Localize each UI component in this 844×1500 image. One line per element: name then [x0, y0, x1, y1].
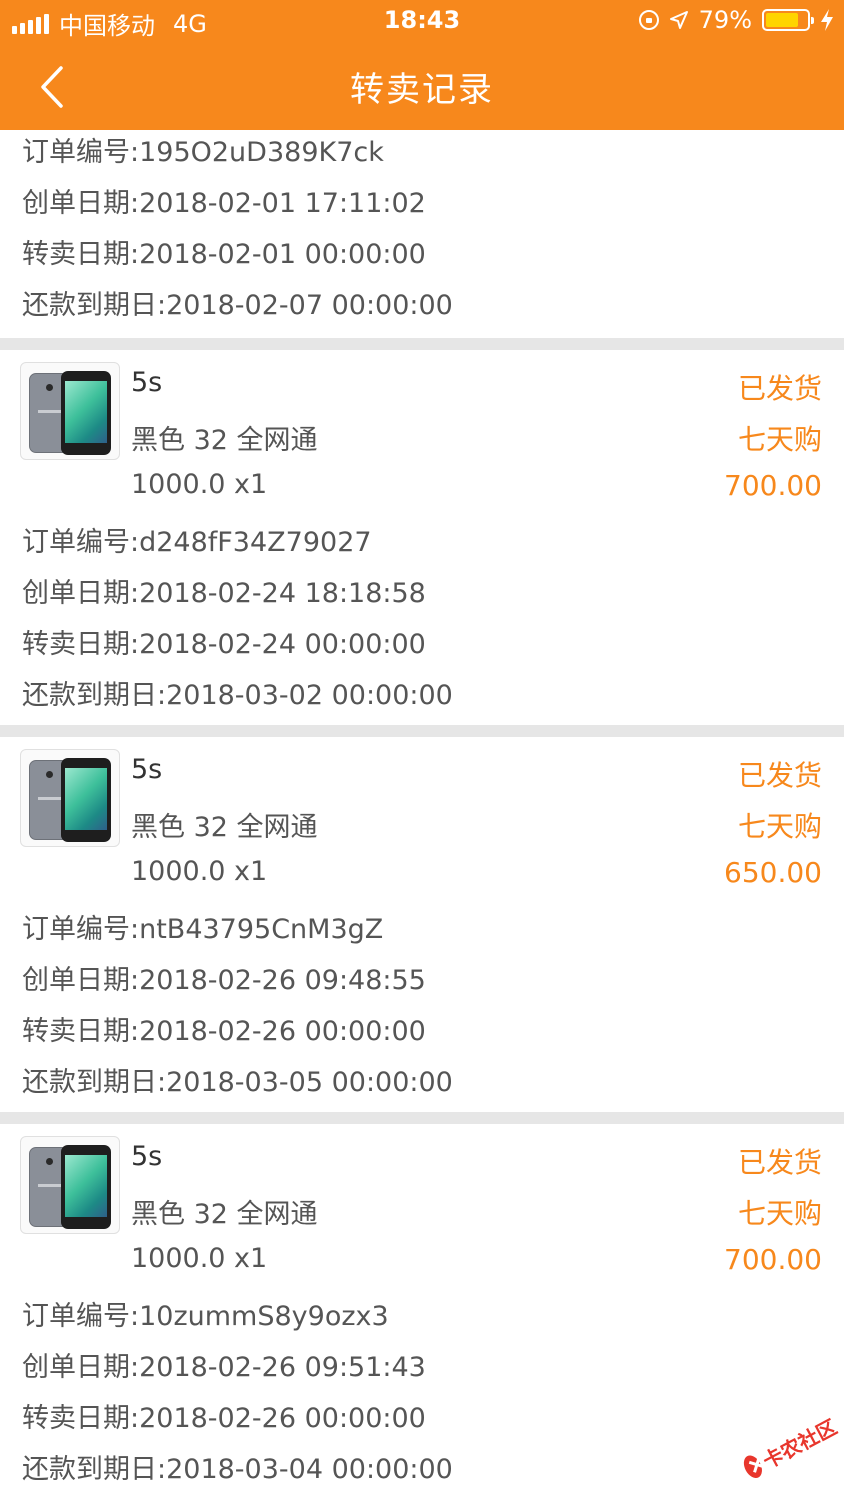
product-name: 5s	[131, 367, 163, 398]
order-status: 已发货	[737, 372, 822, 405]
divider	[0, 725, 844, 737]
order-number: 订单编号:ntB43795CnM3gZ	[22, 914, 384, 945]
divider	[0, 338, 844, 350]
product-price-qty: 1000.0 x1	[131, 469, 268, 500]
order-number: 订单编号:195O2uD389K7ck	[22, 137, 384, 168]
status-right: 79%	[638, 6, 834, 34]
purchase-plan: 七天购	[737, 423, 822, 456]
record-list[interactable]: 订单编号:195O2uD389K7ck 创单日期:2018-02-01 17:1…	[0, 130, 844, 1500]
product-image	[20, 749, 120, 847]
created-date: 创单日期:2018-02-26 09:48:55	[22, 965, 426, 996]
created-date: 创单日期:2018-02-01 17:11:02	[22, 188, 426, 219]
status-bar: 中国移动 4G 18:43 79%	[0, 0, 844, 42]
resale-date: 转卖日期:2018-02-01 00:00:00	[22, 239, 426, 270]
product-image	[20, 362, 120, 460]
due-date: 还款到期日:2018-02-07 00:00:00	[22, 290, 453, 321]
order-number: 订单编号:10zummS8y9ozx3	[22, 1301, 389, 1332]
due-date: 还款到期日:2018-03-04 00:00:00	[22, 1454, 453, 1485]
battery-icon	[762, 9, 814, 31]
resale-date: 转卖日期:2018-02-24 00:00:00	[22, 629, 426, 660]
record-card[interactable]: 5s 黑色 32 全网通 1000.0 x1 已发货 七天购 700.00 订单…	[0, 350, 844, 725]
order-status: 已发货	[737, 1146, 822, 1179]
product-image	[20, 1136, 120, 1234]
created-date: 创单日期:2018-02-24 18:18:58	[22, 578, 426, 609]
resale-amount: 650.00	[724, 856, 822, 889]
purchase-plan: 七天购	[737, 1197, 822, 1230]
battery-percent: 79%	[698, 6, 752, 34]
resale-date: 转卖日期:2018-02-26 00:00:00	[22, 1403, 426, 1434]
product-price-qty: 1000.0 x1	[131, 856, 268, 887]
record-card-partial[interactable]: 订单编号:195O2uD389K7ck 创单日期:2018-02-01 17:1…	[0, 130, 844, 338]
record-card[interactable]: 5s 黑色 32 全网通 1000.0 x1 已发货 七天购 650.00 订单…	[0, 737, 844, 1112]
order-number: 订单编号:d248fF34Z79027	[22, 527, 372, 558]
created-date: 创单日期:2018-02-26 09:51:43	[22, 1352, 426, 1383]
page-title: 转卖记录	[350, 70, 494, 110]
watermark-text: 卡农社区	[758, 1414, 841, 1474]
order-status: 已发货	[737, 759, 822, 792]
product-spec: 黑色 32 全网通	[131, 812, 318, 843]
divider	[0, 1112, 844, 1124]
orientation-lock-icon	[638, 10, 659, 30]
product-price-qty: 1000.0 x1	[131, 1243, 268, 1274]
resale-amount: 700.00	[724, 1243, 822, 1276]
due-date: 还款到期日:2018-03-02 00:00:00	[22, 680, 453, 711]
charging-bolt-icon	[821, 9, 833, 31]
purchase-plan: 七天购	[737, 810, 822, 843]
product-name: 5s	[131, 1141, 163, 1172]
product-name: 5s	[131, 754, 163, 785]
record-card[interactable]: 5s 黑色 32 全网通 1000.0 x1 已发货 七天购 700.00 订单…	[0, 1124, 844, 1499]
product-spec: 黑色 32 全网通	[131, 425, 318, 456]
location-arrow-icon	[669, 11, 688, 29]
product-spec: 黑色 32 全网通	[131, 1199, 318, 1230]
app-header: 中国移动 4G 18:43 79% 转卖记录	[0, 0, 844, 130]
resale-amount: 700.00	[724, 469, 822, 502]
due-date: 还款到期日:2018-03-05 00:00:00	[22, 1067, 453, 1098]
resale-date: 转卖日期:2018-02-26 00:00:00	[22, 1016, 426, 1047]
